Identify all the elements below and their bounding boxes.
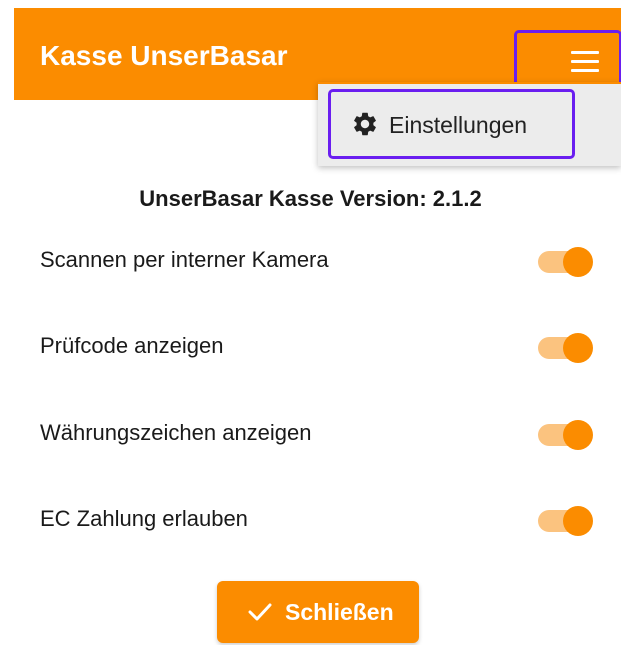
setting-row-currency-symbol: Währungszeichen anzeigen bbox=[40, 414, 600, 454]
setting-label: EC Zahlung erlauben bbox=[40, 506, 248, 531]
ec-payment-toggle[interactable] bbox=[538, 506, 596, 536]
camera-scan-toggle[interactable] bbox=[538, 247, 596, 277]
overflow-menu: Einstellungen bbox=[318, 82, 621, 166]
close-button-label: Schließen bbox=[285, 599, 394, 625]
setting-row-camera-scan: Scannen per interner Kamera bbox=[40, 241, 600, 281]
check-code-toggle[interactable] bbox=[538, 333, 596, 363]
toggle-thumb bbox=[563, 506, 593, 536]
check-icon bbox=[248, 603, 272, 621]
setting-row-check-code: Prüfcode anzeigen bbox=[40, 327, 600, 367]
version-text: UnserBasar Kasse Version: 2.1.2 bbox=[139, 186, 482, 211]
toggle-thumb bbox=[563, 247, 593, 277]
setting-row-ec-payment: EC Zahlung erlauben bbox=[40, 500, 600, 540]
menu-item-label: Einstellungen bbox=[389, 112, 528, 138]
hamburger-menu-icon bbox=[571, 51, 599, 78]
menu-item-einstellungen[interactable]: Einstellungen bbox=[328, 89, 575, 159]
close-button[interactable]: Schließen bbox=[217, 581, 419, 643]
setting-label: Währungszeichen anzeigen bbox=[40, 420, 312, 445]
app-title: Kasse UnserBasar bbox=[40, 40, 288, 71]
toggle-thumb bbox=[563, 333, 593, 363]
setting-label: Scannen per interner Kamera bbox=[40, 247, 329, 272]
setting-label: Prüfcode anzeigen bbox=[40, 333, 224, 358]
toggle-thumb bbox=[563, 420, 593, 450]
currency-symbol-toggle[interactable] bbox=[538, 420, 596, 450]
gear-icon bbox=[354, 112, 376, 136]
